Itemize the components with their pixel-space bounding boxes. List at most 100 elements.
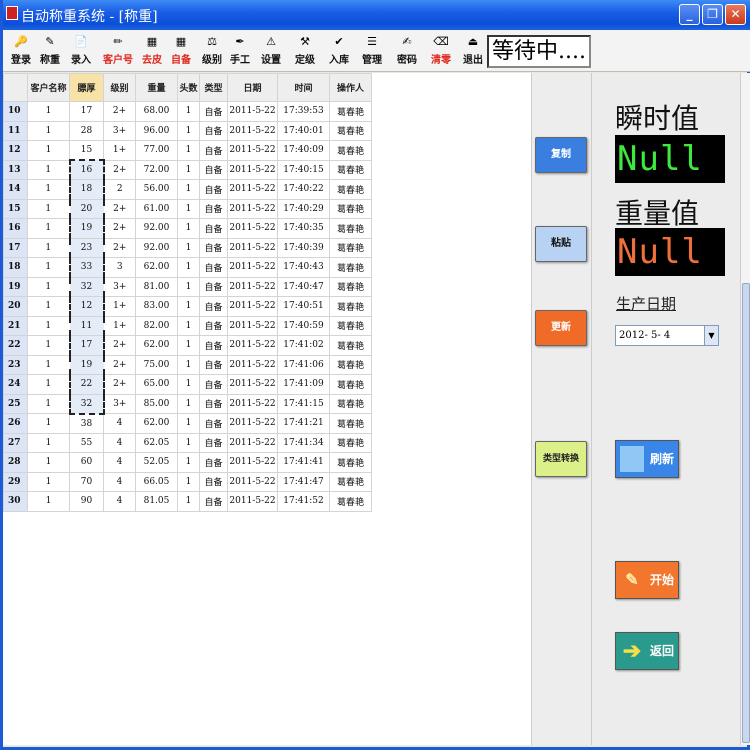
row-header[interactable]: 12 <box>3 140 28 161</box>
table-cell[interactable]: 18 <box>68 179 105 200</box>
table-cell[interactable]: 1 <box>27 354 70 375</box>
table-cell[interactable]: 自备 <box>199 432 228 453</box>
type-convert-button[interactable]: 类型转换 <box>535 441 587 477</box>
table-row[interactable]: 18 1 33 3 62.00 1 自备 2011-5-22 17:40:43 葛春艳 <box>3 257 372 278</box>
table-cell[interactable]: 自备 <box>199 276 228 297</box>
refresh-button[interactable]: 刷新 <box>615 440 679 478</box>
table-cell[interactable]: 1+ <box>103 140 136 161</box>
table-cell[interactable]: 自备 <box>199 237 228 258</box>
table-cell[interactable]: 17:41:09 <box>277 374 330 395</box>
toolbar-button-11[interactable]: ☰ 管理 <box>358 33 386 69</box>
table-cell[interactable]: 32 <box>68 276 105 297</box>
row-header[interactable]: 25 <box>3 393 28 414</box>
table-cell[interactable]: 1 <box>27 159 70 180</box>
table-row[interactable]: 13 1 16 2+ 72.00 1 自备 2011-5-22 17:40:15 葛春艳 <box>3 159 372 180</box>
table-row[interactable]: 17 1 23 2+ 92.00 1 自备 2011-5-22 17:40:39 葛春艳 <box>3 237 372 258</box>
table-cell[interactable]: 1 <box>27 276 70 297</box>
table-cell[interactable]: 2+ <box>103 335 136 356</box>
table-cell[interactable]: 2011-5-22 <box>227 120 278 141</box>
table-cell[interactable]: 75.00 <box>135 354 178 375</box>
column-header[interactable]: 膘厚 <box>69 73 104 102</box>
table-cell[interactable]: 2011-5-22 <box>227 315 278 336</box>
row-header[interactable]: 14 <box>3 179 28 200</box>
toolbar-button-8[interactable]: ⚠ 设置 <box>257 33 285 69</box>
table-cell[interactable]: 自备 <box>199 374 228 395</box>
toolbar-button-0[interactable]: 🔑 登录 <box>7 33 35 69</box>
table-cell[interactable]: 1 <box>177 315 200 336</box>
table-cell[interactable]: 1 <box>177 491 200 512</box>
table-cell[interactable]: 81.00 <box>135 276 178 297</box>
table-cell[interactable]: 17:41:15 <box>277 393 330 414</box>
table-cell[interactable]: 葛春艳 <box>329 237 372 258</box>
table-cell[interactable]: 自备 <box>199 354 228 375</box>
row-header[interactable]: 20 <box>3 296 28 317</box>
table-cell[interactable]: 葛春艳 <box>329 120 372 141</box>
toolbar-button-13[interactable]: ⌫ 清零 <box>427 33 455 69</box>
table-cell[interactable]: 17:40:43 <box>277 257 330 278</box>
table-cell[interactable]: 17:39:53 <box>277 101 330 122</box>
table-cell[interactable]: 自备 <box>199 413 228 434</box>
table-cell[interactable]: 2011-5-22 <box>227 393 278 414</box>
row-header[interactable]: 29 <box>3 471 28 492</box>
table-cell[interactable]: 22 <box>68 374 105 395</box>
table-cell[interactable]: 15 <box>69 140 104 161</box>
table-cell[interactable]: 葛春艳 <box>329 257 372 278</box>
table-cell[interactable]: 1 <box>27 374 70 395</box>
row-header[interactable]: 23 <box>3 354 28 375</box>
table-cell[interactable]: 2+ <box>103 101 136 122</box>
table-cell[interactable]: 2011-5-22 <box>227 354 278 375</box>
table-cell[interactable]: 70 <box>69 471 104 492</box>
table-row[interactable]: 29 1 70 4 66.05 1 自备 2011-5-22 17:41:47 葛春艳 <box>3 471 372 492</box>
table-cell[interactable]: 12 <box>68 296 105 317</box>
table-cell[interactable]: 38 <box>69 413 104 434</box>
table-cell[interactable]: 72.00 <box>135 159 178 180</box>
table-cell[interactable]: 1 <box>177 237 200 258</box>
table-cell[interactable]: 11 <box>68 315 105 336</box>
table-row[interactable]: 11 1 28 3+ 96.00 1 自备 2011-5-22 17:40:01 葛春艳 <box>3 120 372 141</box>
table-cell[interactable]: 1 <box>27 393 70 414</box>
table-cell[interactable]: 85.00 <box>135 393 178 414</box>
table-cell[interactable]: 葛春艳 <box>329 413 372 434</box>
table-cell[interactable]: 2011-5-22 <box>227 335 278 356</box>
table-cell[interactable]: 66.05 <box>135 471 178 492</box>
row-header[interactable]: 27 <box>3 432 28 453</box>
table-cell[interactable]: 1 <box>177 335 200 356</box>
table-cell[interactable]: 3+ <box>103 276 136 297</box>
table-cell[interactable]: 1 <box>177 120 200 141</box>
table-cell[interactable]: 4 <box>103 491 136 512</box>
scrollbar-thumb[interactable] <box>742 283 750 743</box>
table-cell[interactable]: 葛春艳 <box>329 101 372 122</box>
table-cell[interactable]: 1 <box>177 374 200 395</box>
table-cell[interactable]: 55 <box>69 432 104 453</box>
column-header[interactable]: 重量 <box>135 73 178 102</box>
table-cell[interactable]: 1 <box>27 120 70 141</box>
table-cell[interactable]: 92.00 <box>135 218 178 239</box>
table-cell[interactable]: 1+ <box>103 315 136 336</box>
table-cell[interactable]: 17:40:47 <box>277 276 330 297</box>
table-cell[interactable]: 2011-5-22 <box>227 413 278 434</box>
update-button[interactable]: 更新 <box>535 310 587 346</box>
table-cell[interactable]: 1 <box>177 140 200 161</box>
table-cell[interactable]: 2011-5-22 <box>227 218 278 239</box>
toolbar-button-1[interactable]: ✎ 称重 <box>36 33 64 69</box>
toolbar-button-3[interactable]: ✏ 客户号 <box>103 33 133 69</box>
table-cell[interactable]: 自备 <box>199 198 228 219</box>
table-cell[interactable]: 自备 <box>199 296 228 317</box>
close-button[interactable]: ✕ <box>725 4 746 25</box>
table-cell[interactable]: 1 <box>27 237 70 258</box>
column-header[interactable]: 操作人 <box>329 73 372 102</box>
table-cell[interactable]: 92.00 <box>135 237 178 258</box>
table-cell[interactable]: 自备 <box>199 471 228 492</box>
table-cell[interactable]: 19 <box>68 218 105 239</box>
table-cell[interactable]: 4 <box>103 413 136 434</box>
table-cell[interactable]: 1 <box>177 159 200 180</box>
table-cell[interactable]: 葛春艳 <box>329 335 372 356</box>
table-cell[interactable]: 2011-5-22 <box>227 296 278 317</box>
production-date-select[interactable]: 2012- 5- 4 ▼ <box>615 325 719 346</box>
table-cell[interactable]: 2011-5-22 <box>227 276 278 297</box>
toolbar-button-10[interactable]: ✔ 入库 <box>325 33 353 69</box>
table-cell[interactable]: 2011-5-22 <box>227 101 278 122</box>
row-header[interactable]: 16 <box>3 218 28 239</box>
table-cell[interactable]: 1 <box>27 335 70 356</box>
table-cell[interactable]: 1 <box>27 101 70 122</box>
